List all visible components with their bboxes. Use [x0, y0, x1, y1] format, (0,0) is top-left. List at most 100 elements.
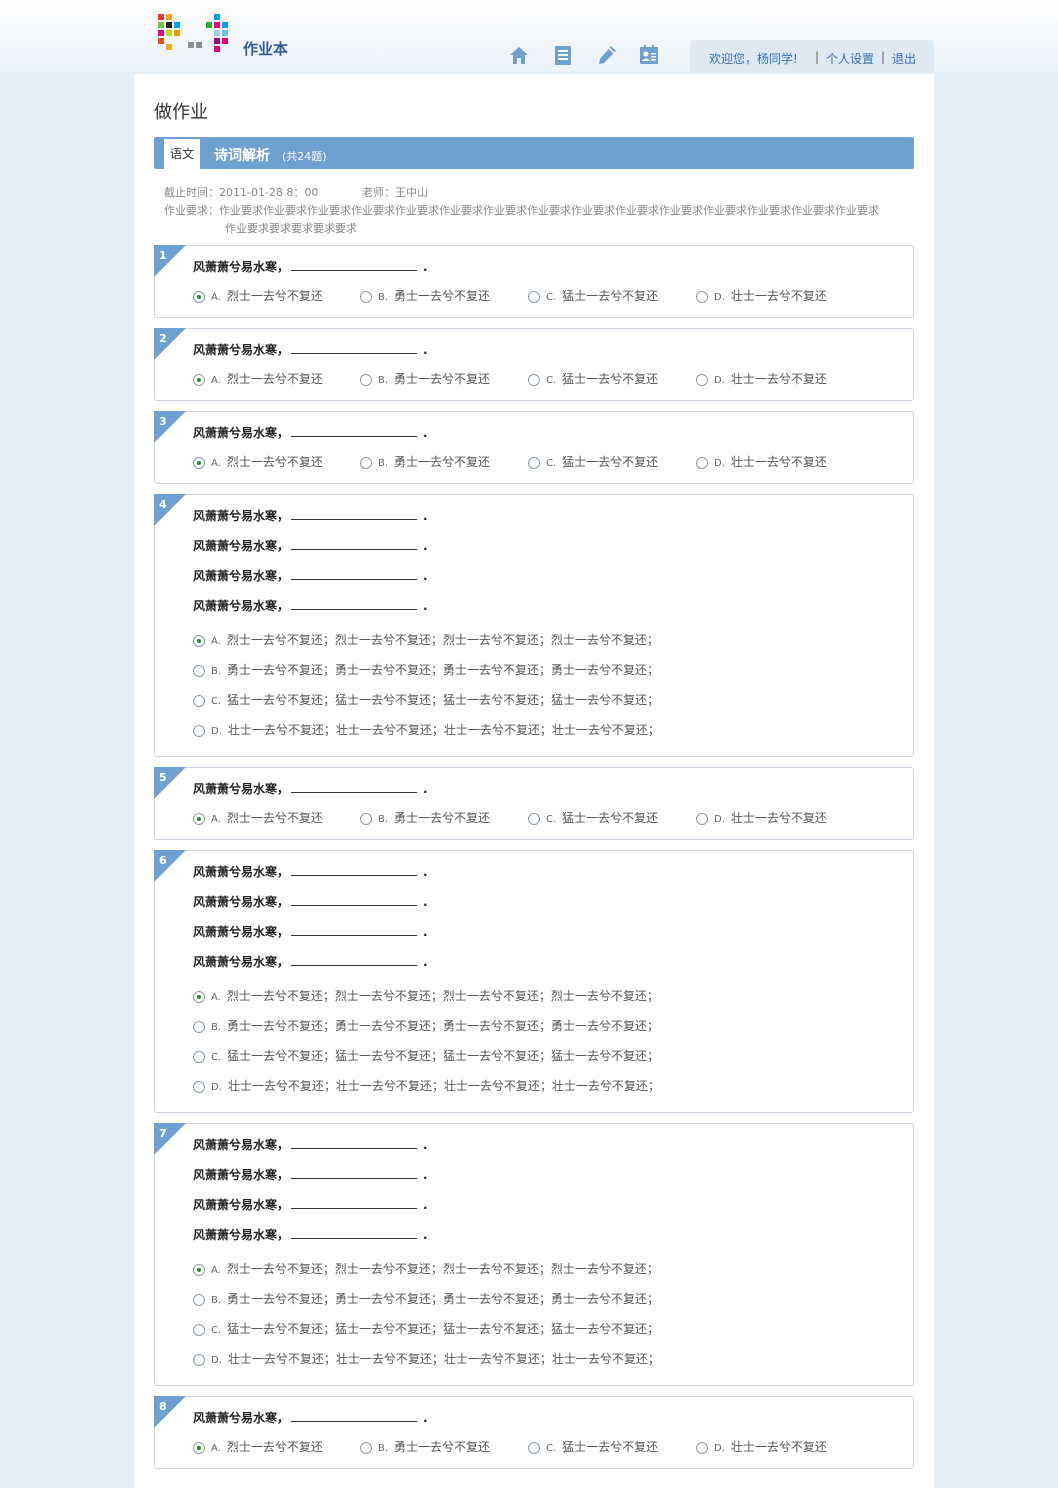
answer-option-a[interactable]: A. 烈士一去兮不复还: [193, 287, 323, 304]
radio-button[interactable]: [528, 373, 540, 386]
answer-option-d[interactable]: D. 壮士一去兮不复还: [696, 809, 827, 826]
answer-option-c[interactable]: C. 猛士一去兮不复还: [528, 370, 658, 387]
radio-button[interactable]: [193, 456, 205, 469]
answer-blank[interactable]: [291, 258, 418, 271]
radio-button[interactable]: [360, 812, 372, 825]
settings-link[interactable]: 个人设置: [826, 50, 874, 67]
answer-blank[interactable]: [291, 1196, 418, 1209]
radio-button[interactable]: [528, 290, 540, 303]
answer-option-a[interactable]: A. 烈士一去兮不复还: [193, 809, 323, 826]
answer-option-a[interactable]: A. 烈士一去兮不复还；烈士一去兮不复还；烈士一去兮不复还；烈士一去兮不复还；: [193, 987, 659, 1004]
option-letter: C.: [546, 458, 557, 469]
notebook-icon[interactable]: [552, 44, 574, 66]
radio-button[interactable]: [528, 812, 540, 825]
radio-button[interactable]: [696, 290, 708, 303]
radio-button[interactable]: [360, 1441, 372, 1454]
pen-icon[interactable]: [596, 44, 618, 66]
radio-button[interactable]: [193, 1050, 205, 1063]
radio-button[interactable]: [193, 724, 205, 737]
answer-option-d[interactable]: D. 壮士一去兮不复还: [696, 370, 827, 387]
question-stem-text: 风萧萧兮易水寒，: [193, 925, 290, 939]
answer-option-b[interactable]: B. 勇士一去兮不复还: [360, 370, 490, 387]
stem-period: .: [423, 1138, 428, 1152]
answer-blank[interactable]: [291, 567, 418, 580]
radio-button[interactable]: [193, 990, 205, 1003]
question-stem: 风萧萧兮易水寒，.: [193, 923, 428, 940]
answer-option-a[interactable]: A. 烈士一去兮不复还；烈士一去兮不复还；烈士一去兮不复还；烈士一去兮不复还；: [193, 1260, 659, 1277]
answer-blank[interactable]: [291, 1136, 418, 1149]
answer-option-b[interactable]: B. 勇士一去兮不复还: [360, 453, 490, 470]
answer-option-b[interactable]: B. 勇士一去兮不复还: [360, 809, 490, 826]
answer-option-d[interactable]: D. 壮士一去兮不复还；壮士一去兮不复还；壮士一去兮不复还；壮士一去兮不复还；: [193, 721, 660, 738]
answer-option-c[interactable]: C. 猛士一去兮不复还；猛士一去兮不复还；猛士一去兮不复还；猛士一去兮不复还；: [193, 691, 659, 708]
user-bar: 欢迎您，杨同学! | 个人设置 | 退出: [690, 40, 934, 72]
radio-button[interactable]: [696, 1441, 708, 1454]
radio-button[interactable]: [193, 1293, 205, 1306]
radio-button[interactable]: [360, 290, 372, 303]
answer-blank[interactable]: [291, 341, 418, 354]
answer-option-c[interactable]: C. 猛士一去兮不复还；猛士一去兮不复还；猛士一去兮不复还；猛士一去兮不复还；: [193, 1320, 659, 1337]
radio-button[interactable]: [193, 694, 205, 707]
radio-button[interactable]: [360, 373, 372, 386]
answer-option-c[interactable]: C. 猛士一去兮不复还；猛士一去兮不复还；猛士一去兮不复还；猛士一去兮不复还；: [193, 1047, 659, 1064]
radio-button[interactable]: [193, 812, 205, 825]
option-letter: D.: [714, 375, 725, 386]
radio-button[interactable]: [193, 634, 205, 647]
answer-option-d[interactable]: D. 壮士一去兮不复还: [696, 287, 827, 304]
question-stem: 风萧萧兮易水寒，.: [193, 893, 428, 910]
answer-blank[interactable]: [291, 953, 418, 966]
answer-blank[interactable]: [291, 597, 418, 610]
home-icon[interactable]: [508, 44, 530, 66]
radio-button[interactable]: [528, 1441, 540, 1454]
answer-blank[interactable]: [291, 424, 418, 437]
answer-option-d[interactable]: D. 壮士一去兮不复还；壮士一去兮不复还；壮士一去兮不复还；壮士一去兮不复还；: [193, 1350, 660, 1367]
radio-button[interactable]: [696, 373, 708, 386]
answer-blank[interactable]: [291, 893, 418, 906]
question-number: 6: [159, 854, 167, 867]
answer-blank[interactable]: [291, 1226, 418, 1239]
stem-period: .: [423, 865, 428, 879]
answer-option-c[interactable]: C. 猛士一去兮不复还: [528, 287, 658, 304]
answer-option-c[interactable]: C. 猛士一去兮不复还: [528, 1438, 658, 1455]
option-text: 壮士一去兮不复还；壮士一去兮不复还；壮士一去兮不复还；壮士一去兮不复还；: [227, 1352, 660, 1366]
answer-option-a[interactable]: A. 烈士一去兮不复还: [193, 453, 323, 470]
radio-button[interactable]: [193, 1263, 205, 1276]
answer-blank[interactable]: [291, 537, 418, 550]
radio-button[interactable]: [193, 1441, 205, 1454]
deadline-info: 截止时间：2011-01-28 8：00: [164, 184, 318, 200]
answer-option-a[interactable]: A. 烈士一去兮不复还；烈士一去兮不复还；烈士一去兮不复还；烈士一去兮不复还；: [193, 631, 659, 648]
radio-button[interactable]: [193, 373, 205, 386]
question-stem: 风萧萧兮易水寒，.: [193, 1409, 428, 1426]
radio-button[interactable]: [696, 456, 708, 469]
answer-option-d[interactable]: D. 壮士一去兮不复还；壮士一去兮不复还；壮士一去兮不复还；壮士一去兮不复还；: [193, 1077, 660, 1094]
radio-button[interactable]: [193, 664, 205, 677]
answer-blank[interactable]: [291, 863, 418, 876]
contacts-icon[interactable]: [638, 44, 660, 66]
answer-blank[interactable]: [291, 923, 418, 936]
answer-option-b[interactable]: B. 勇士一去兮不复还；勇士一去兮不复还；勇士一去兮不复还；勇士一去兮不复还；: [193, 1017, 659, 1034]
answer-option-c[interactable]: C. 猛士一去兮不复还: [528, 809, 658, 826]
answer-option-b[interactable]: B. 勇士一去兮不复还: [360, 1438, 490, 1455]
answer-option-b[interactable]: B. 勇士一去兮不复还；勇士一去兮不复还；勇士一去兮不复还；勇士一去兮不复还；: [193, 1290, 659, 1307]
answer-option-b[interactable]: B. 勇士一去兮不复还: [360, 287, 490, 304]
radio-button[interactable]: [193, 290, 205, 303]
answer-option-a[interactable]: A. 烈士一去兮不复还: [193, 370, 323, 387]
radio-button[interactable]: [193, 1020, 205, 1033]
radio-button[interactable]: [528, 456, 540, 469]
answer-option-d[interactable]: D. 壮士一去兮不复还: [696, 453, 827, 470]
radio-button[interactable]: [696, 812, 708, 825]
answer-blank[interactable]: [291, 1166, 418, 1179]
logout-link[interactable]: 退出: [892, 50, 916, 67]
answer-blank[interactable]: [291, 780, 418, 793]
answer-option-b[interactable]: B. 勇士一去兮不复还；勇士一去兮不复还；勇士一去兮不复还；勇士一去兮不复还；: [193, 661, 659, 678]
radio-button[interactable]: [193, 1080, 205, 1093]
answer-blank[interactable]: [291, 507, 418, 520]
requirement-label: 作业要求：: [164, 204, 219, 217]
radio-button[interactable]: [360, 456, 372, 469]
radio-button[interactable]: [193, 1323, 205, 1336]
radio-button[interactable]: [193, 1353, 205, 1366]
answer-option-a[interactable]: A. 烈士一去兮不复还: [193, 1438, 323, 1455]
answer-option-c[interactable]: C. 猛士一去兮不复还: [528, 453, 658, 470]
answer-blank[interactable]: [291, 1409, 418, 1422]
answer-option-d[interactable]: D. 壮士一去兮不复还: [696, 1438, 827, 1455]
